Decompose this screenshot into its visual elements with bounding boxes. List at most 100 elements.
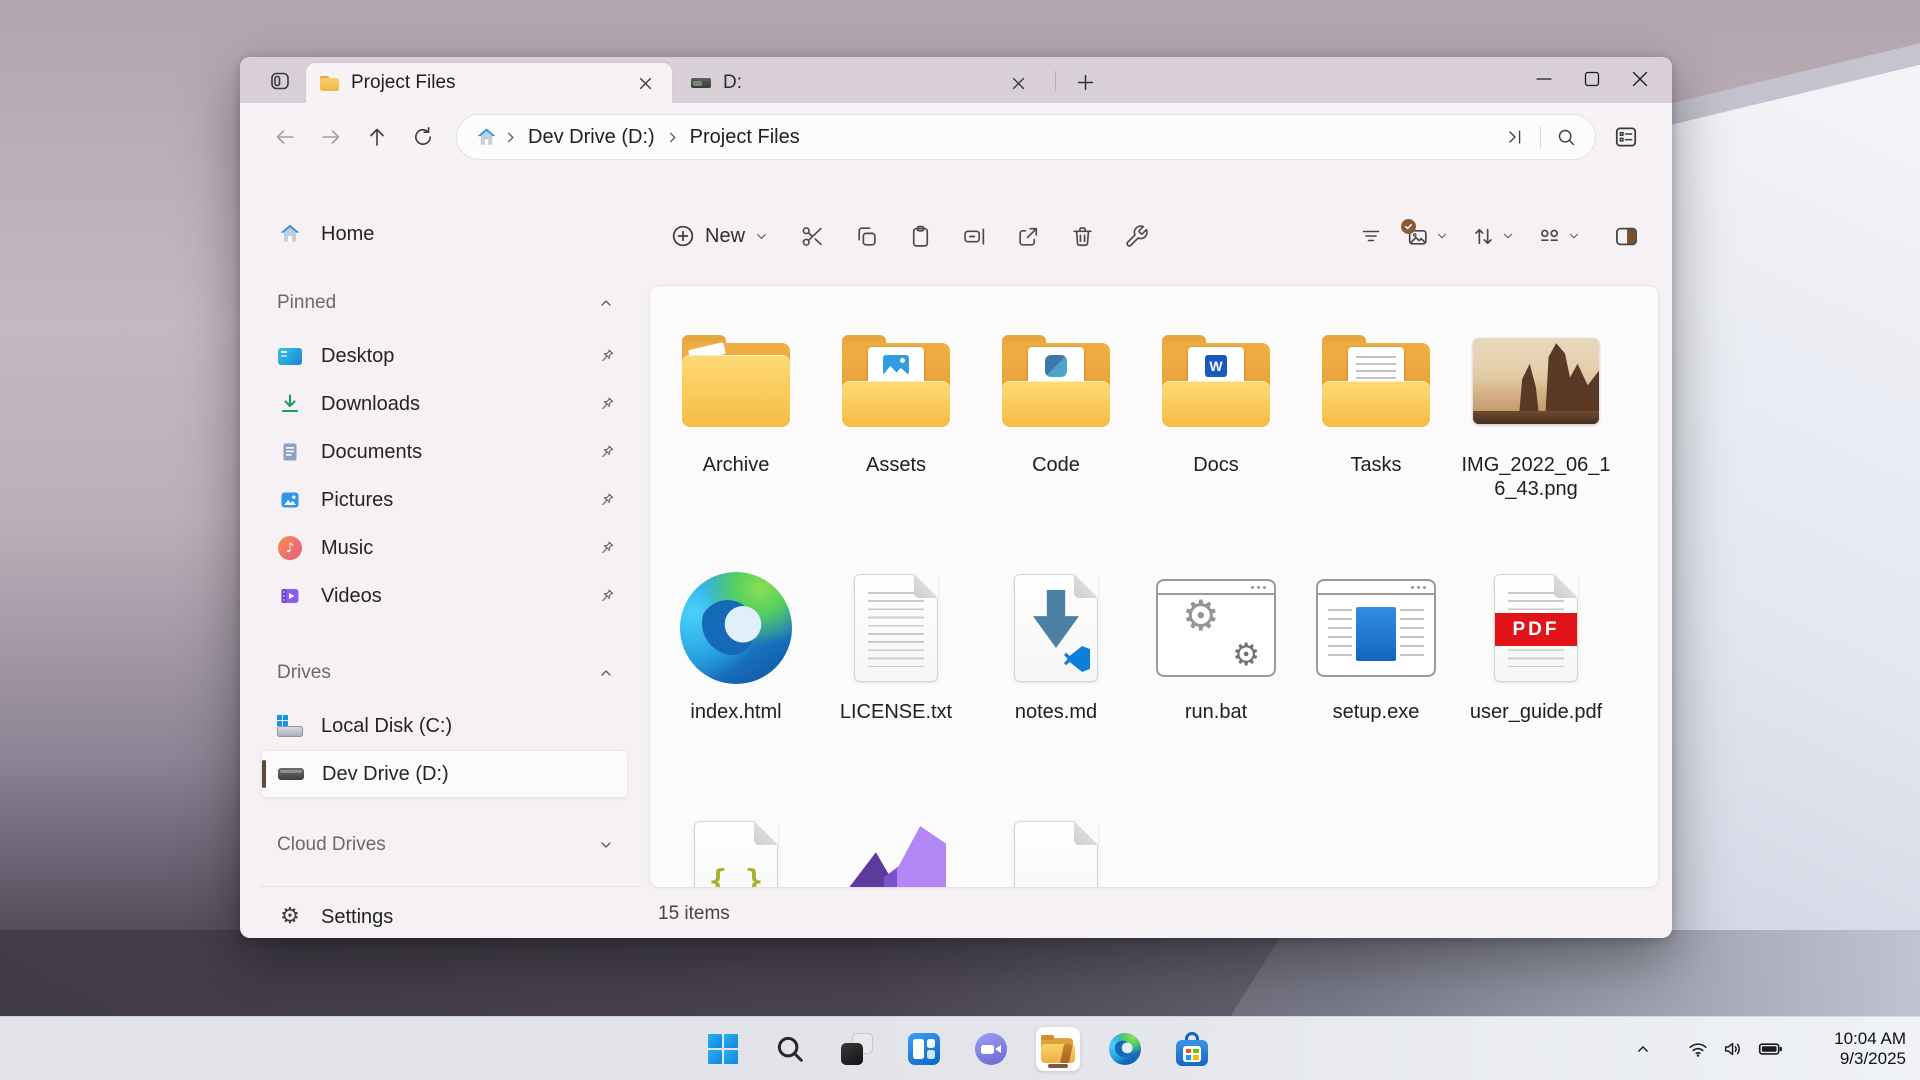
- close-tab-icon[interactable]: [1005, 70, 1031, 96]
- file-item-run-bat[interactable]: ⚙⚙ run.bat: [1136, 567, 1296, 814]
- file-item-partial-json[interactable]: { }: [656, 814, 816, 888]
- tab-project-files[interactable]: Project Files: [306, 63, 672, 103]
- file-label: Assets: [866, 454, 926, 478]
- sidebar-item-pictures[interactable]: Pictures: [261, 476, 628, 524]
- file-item-index-html[interactable]: index.html: [656, 567, 816, 814]
- volume-icon[interactable]: [1719, 1031, 1747, 1067]
- navigation-pane-toggle-button[interactable]: [264, 66, 296, 96]
- file-item-img-png[interactable]: IMG_2022_06_16_43.png: [1456, 320, 1616, 567]
- store-taskbar-button[interactable]: [1170, 1027, 1214, 1071]
- sidebar-section-drives[interactable]: Drives: [261, 658, 628, 688]
- share-icon[interactable]: [1007, 216, 1049, 256]
- properties-wrench-icon[interactable]: [1115, 216, 1157, 256]
- sidebar-item-documents[interactable]: Documents: [261, 428, 628, 476]
- breadcrumb-dev-drive[interactable]: Dev Drive (D:): [520, 122, 663, 153]
- pin-icon: [597, 539, 616, 558]
- desktop-icon: [277, 348, 303, 365]
- go-to-end-icon[interactable]: [1498, 121, 1532, 153]
- sidebar: Home Pinned Desktop Downloads: [240, 210, 649, 936]
- tab-bar: Project Files D:: [240, 57, 1672, 103]
- back-button[interactable]: [266, 119, 304, 155]
- refresh-button[interactable]: [404, 119, 442, 155]
- new-button[interactable]: New: [660, 217, 779, 255]
- edge-icon: [680, 567, 792, 689]
- file-item-partial-doc[interactable]: [976, 814, 1136, 888]
- markdown-vscode-icon: [1014, 567, 1098, 689]
- widgets-button[interactable]: [902, 1027, 946, 1071]
- taskbar-clock[interactable]: 10:04 AM 9/3/2025: [1814, 1029, 1906, 1070]
- sidebar-item-label: Settings: [321, 906, 616, 929]
- edge-taskbar-button[interactable]: [1103, 1027, 1147, 1071]
- delete-icon[interactable]: [1061, 216, 1103, 256]
- sidebar-divider: [261, 886, 641, 887]
- sidebar-item-music[interactable]: ♪ Music: [261, 524, 628, 572]
- battery-icon[interactable]: [1753, 1031, 1787, 1067]
- sidebar-section-pinned[interactable]: Pinned: [261, 288, 628, 318]
- sidebar-section-cloud-drives[interactable]: Cloud Drives: [261, 830, 628, 860]
- minimize-button[interactable]: [1520, 59, 1568, 99]
- sort-button[interactable]: [1465, 220, 1521, 253]
- taskbar-search-button[interactable]: [768, 1027, 812, 1071]
- videos-icon: [277, 584, 303, 608]
- up-button[interactable]: [358, 119, 396, 155]
- folder-code-icon: [1002, 320, 1110, 442]
- sidebar-item-videos[interactable]: Videos: [261, 572, 628, 620]
- folder-notes-icon: [1322, 320, 1430, 442]
- file-item-setup-exe[interactable]: setup.exe: [1296, 567, 1456, 814]
- file-grid: Archive Assets Code W: [650, 286, 1658, 887]
- filter-icon[interactable]: [1353, 220, 1389, 252]
- forward-button[interactable]: [312, 119, 350, 155]
- close-window-button[interactable]: [1616, 59, 1664, 99]
- microsoft-store-icon: [1176, 1032, 1208, 1066]
- task-view-button[interactable]: [835, 1027, 879, 1071]
- details-pane-icon[interactable]: [1606, 119, 1646, 155]
- file-item-docs[interactable]: W Docs: [1136, 320, 1296, 567]
- file-explorer-taskbar-button[interactable]: [1036, 1027, 1080, 1071]
- check-badge-icon: [1401, 219, 1416, 234]
- tab-d-drive[interactable]: D:: [677, 63, 1045, 103]
- sidebar-item-local-disk-c[interactable]: Local Disk (C:): [261, 702, 628, 750]
- purple-app-icon: [844, 814, 948, 888]
- installer-icon: [1316, 567, 1436, 689]
- start-button[interactable]: [701, 1027, 745, 1071]
- search-icon[interactable]: [1549, 121, 1583, 153]
- rename-icon[interactable]: [953, 216, 995, 256]
- breadcrumb-chevron-icon: [665, 130, 680, 145]
- wifi-icon[interactable]: [1684, 1031, 1712, 1067]
- copy-icon[interactable]: [845, 216, 887, 256]
- preview-pane-toggle[interactable]: [1607, 219, 1646, 254]
- file-item-user-guide-pdf[interactable]: PDF user_guide.pdf: [1456, 567, 1616, 814]
- edge-icon: [1109, 1033, 1141, 1065]
- file-item-assets[interactable]: Assets: [816, 320, 976, 567]
- widgets-icon: [908, 1033, 940, 1065]
- sidebar-item-dev-drive-d[interactable]: Dev Drive (D:): [261, 750, 628, 798]
- sidebar-item-downloads[interactable]: Downloads: [261, 380, 628, 428]
- tray-date: 9/3/2025: [1814, 1049, 1906, 1070]
- home-breadcrumb-icon[interactable]: [471, 122, 501, 152]
- file-list-panel: Archive Assets Code W: [649, 285, 1659, 888]
- file-item-partial-purple-app[interactable]: [816, 814, 976, 888]
- sidebar-item-label: Desktop: [321, 345, 597, 368]
- sidebar-item-home[interactable]: Home: [261, 210, 628, 258]
- chat-button[interactable]: [969, 1027, 1013, 1071]
- file-item-code[interactable]: Code: [976, 320, 1136, 567]
- file-item-license-txt[interactable]: LICENSE.txt: [816, 567, 976, 814]
- address-bar[interactable]: Dev Drive (D:) Project Files: [456, 114, 1596, 160]
- breadcrumb-project-files[interactable]: Project Files: [682, 122, 808, 153]
- sidebar-item-desktop[interactable]: Desktop: [261, 332, 628, 380]
- view-layout-button[interactable]: [1531, 220, 1587, 253]
- sidebar-item-settings[interactable]: ⚙ Settings: [261, 893, 628, 938]
- file-item-tasks[interactable]: Tasks: [1296, 320, 1456, 567]
- pin-icon: [597, 347, 616, 366]
- file-item-notes-md[interactable]: notes.md: [976, 567, 1136, 814]
- new-tab-button[interactable]: [1068, 68, 1102, 96]
- tray-chevron-up-icon[interactable]: [1629, 1031, 1657, 1067]
- cut-icon[interactable]: [791, 216, 833, 256]
- documents-icon: [277, 440, 303, 464]
- paste-icon[interactable]: [899, 216, 941, 256]
- maximize-button[interactable]: [1568, 59, 1616, 99]
- file-item-archive[interactable]: Archive: [656, 320, 816, 567]
- view-options-button[interactable]: [1399, 220, 1455, 253]
- close-tab-icon[interactable]: [632, 70, 658, 96]
- folder-icon: [682, 320, 790, 442]
